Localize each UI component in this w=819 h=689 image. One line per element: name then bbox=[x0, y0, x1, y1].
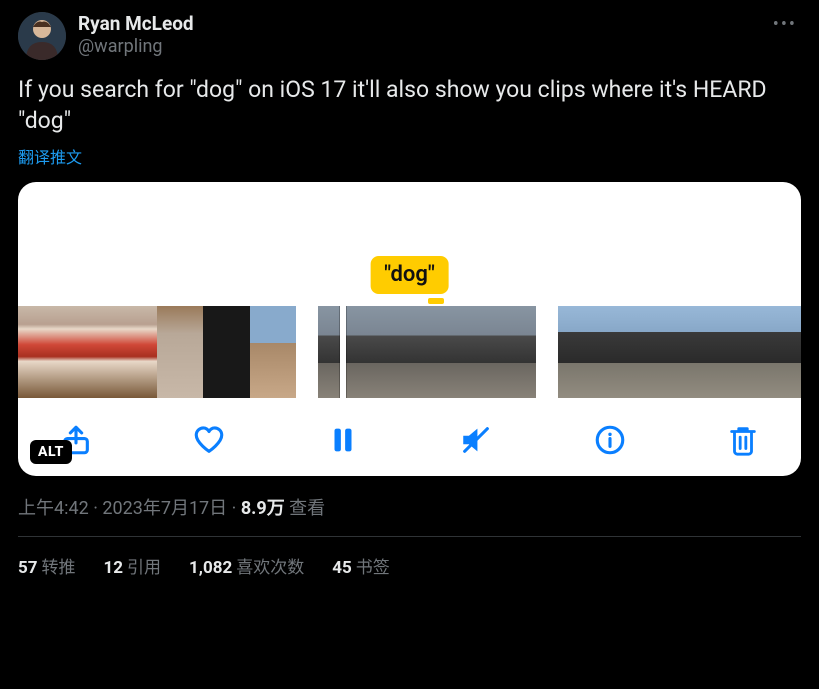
caption-label: "dog" bbox=[370, 256, 449, 294]
thumbnail bbox=[686, 306, 729, 398]
thumbnail bbox=[492, 306, 536, 398]
engagement-row: 57转推 12引用 1,082喜欢次数 45书签 bbox=[18, 553, 801, 578]
media-whitespace bbox=[18, 182, 801, 258]
thumbnail bbox=[771, 306, 801, 398]
thumbnail bbox=[64, 306, 110, 398]
clip-group-1[interactable] bbox=[18, 306, 296, 398]
views-count: 8.9万 bbox=[241, 498, 285, 519]
likes[interactable]: 1,082喜欢次数 bbox=[189, 553, 304, 578]
thumbnail bbox=[449, 306, 493, 398]
thumbnail bbox=[250, 306, 296, 398]
timeline-strip bbox=[18, 306, 801, 398]
playhead[interactable] bbox=[340, 306, 346, 398]
divider bbox=[18, 536, 801, 537]
thumbnail bbox=[405, 306, 449, 398]
thumbnail bbox=[601, 306, 644, 398]
tweet-container: Ryan McLeod @warpling ••• If you search … bbox=[0, 0, 819, 590]
thumbnail bbox=[558, 306, 601, 398]
author-block: Ryan McLeod @warpling bbox=[78, 12, 194, 58]
retweets[interactable]: 57转推 bbox=[18, 553, 76, 578]
avatar-image-placeholder bbox=[18, 12, 66, 60]
trash-icon[interactable] bbox=[723, 420, 763, 460]
info-icon[interactable] bbox=[590, 420, 630, 460]
tweet-meta: 上午4:42 · 2023年7月17日 · 8.9万 查看 bbox=[18, 494, 801, 520]
bookmarks[interactable]: 45书签 bbox=[332, 553, 390, 578]
clip-group-2[interactable] bbox=[318, 306, 536, 398]
media-toolbar bbox=[18, 420, 801, 460]
thumbnail bbox=[111, 306, 157, 398]
tweet-header: Ryan McLeod @warpling ••• bbox=[18, 12, 801, 60]
more-icon[interactable]: ••• bbox=[773, 14, 797, 35]
tweet-time[interactable]: 上午4:42 bbox=[18, 498, 89, 519]
author-name[interactable]: Ryan McLeod bbox=[78, 12, 194, 36]
caption-tick bbox=[428, 298, 444, 304]
pause-icon[interactable] bbox=[323, 420, 363, 460]
author-handle[interactable]: @warpling bbox=[78, 36, 194, 59]
views-label: 查看 bbox=[289, 498, 325, 519]
thumbnail bbox=[203, 306, 249, 398]
mute-icon[interactable] bbox=[456, 420, 496, 460]
heart-icon[interactable] bbox=[189, 420, 229, 460]
thumbnail bbox=[18, 306, 64, 398]
quotes[interactable]: 12引用 bbox=[104, 553, 162, 578]
clip-group-3[interactable] bbox=[558, 306, 801, 398]
media-card[interactable]: "dog" bbox=[18, 182, 801, 476]
thumbnail bbox=[362, 306, 406, 398]
translate-link[interactable]: 翻译推文 bbox=[18, 144, 801, 168]
alt-badge[interactable]: ALT bbox=[30, 440, 72, 464]
tweet-date[interactable]: 2023年7月17日 bbox=[102, 498, 227, 519]
tweet-text: If you search for "dog" on iOS 17 it'll … bbox=[18, 74, 801, 136]
thumbnail bbox=[157, 306, 203, 398]
avatar[interactable] bbox=[18, 12, 66, 60]
thumbnail bbox=[729, 306, 772, 398]
thumbnail bbox=[643, 306, 686, 398]
